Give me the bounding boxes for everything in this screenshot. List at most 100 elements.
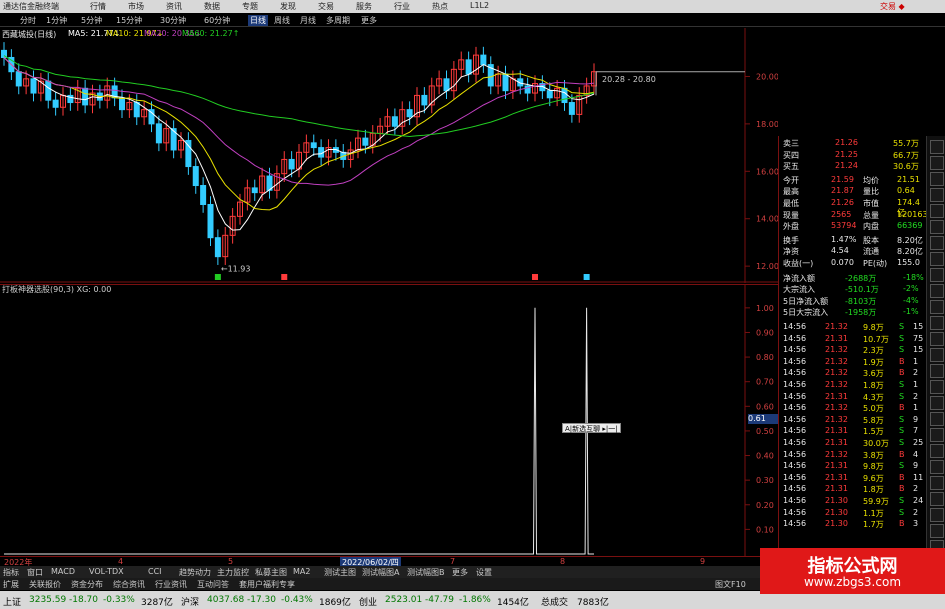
indicator-tab-6[interactable]: 主力监控	[217, 567, 249, 578]
period-9[interactable]: 多周期	[326, 15, 350, 26]
tick-row: 14:56 21.31 4.3万 S 2	[783, 392, 925, 403]
period-0[interactable]: 分时	[20, 15, 36, 26]
extension-tab-6[interactable]: 套用户福利专享	[239, 579, 295, 590]
menu-8[interactable]: 行业	[394, 1, 410, 12]
candle-body-29	[214, 237, 221, 258]
toolbar-tool-icon[interactable]	[930, 332, 944, 346]
trade-label[interactable]: 交易 ◆	[880, 1, 905, 12]
indicator-tab-7[interactable]: 私募主图	[255, 567, 287, 578]
indicator-tab-8[interactable]: MA2	[293, 567, 310, 576]
menu-9[interactable]: 热点	[432, 1, 448, 12]
candle-body-74	[546, 90, 553, 99]
tick-price: 21.31	[825, 391, 848, 401]
indicator-popup[interactable]: A|新选互聊 ▸|一|	[562, 423, 621, 433]
stat-label: 现量	[783, 210, 799, 220]
tick-vol: 5.8万	[863, 415, 884, 425]
period-4[interactable]: 30分钟	[160, 15, 186, 26]
event-marker-3[interactable]	[583, 274, 590, 280]
event-marker-2[interactable]	[532, 274, 538, 280]
indicator-tab-2[interactable]: MACD	[51, 567, 75, 576]
extension-tab-4[interactable]: 行业资讯	[155, 579, 187, 590]
tick-vol: 9.8万	[863, 323, 884, 332]
toolbar-tool-icon[interactable]	[930, 428, 944, 442]
indicator-svg[interactable]: 1.00 0.90 0.80 0.70 0.60 0.50 0.40 0.30 0.20 0.10	[0, 284, 778, 556]
indicator-tab-9[interactable]: 测试主图	[324, 567, 356, 578]
toolbar-tool-icon[interactable]	[930, 220, 944, 234]
menu-0[interactable]: 行情	[90, 1, 106, 12]
toolbar-tool-icon[interactable]	[930, 524, 944, 538]
toolbar-tool-icon[interactable]	[930, 508, 944, 522]
event-marker-0[interactable]	[214, 274, 221, 280]
f10-button[interactable]: 图文F10	[715, 579, 746, 590]
indicator-title: 打板神器选股(90,3) XG: 0.00	[2, 285, 112, 294]
toolbar-tool-icon[interactable]	[930, 284, 944, 298]
indicator-tab-10[interactable]: 测试幅图A	[362, 567, 399, 578]
indicator-tab-0[interactable]: 指标	[3, 567, 19, 578]
toolbar-tool-icon[interactable]	[930, 492, 944, 506]
menu-3[interactable]: 数据	[204, 1, 220, 12]
extension-tab-5[interactable]: 互动问答	[197, 579, 229, 590]
period-3[interactable]: 15分钟	[116, 15, 142, 26]
tick-row: 14:56 21.32 3.6万 B 2	[783, 368, 925, 379]
tick-side: S	[899, 391, 905, 401]
extension-tab-3[interactable]: 综合资讯	[113, 579, 145, 590]
indicator-panel[interactable]: 1.00 0.90 0.80 0.70 0.60 0.50 0.40 0.30 0.20 0.10…	[0, 284, 778, 556]
menu-4[interactable]: 专题	[242, 1, 258, 12]
indicator-tab-4[interactable]: CCI	[148, 567, 162, 576]
extension-tab-1[interactable]: 关联报价	[29, 579, 61, 590]
toolbar-tool-icon[interactable]	[930, 444, 944, 458]
toolbar-tool-icon[interactable]	[930, 172, 944, 186]
indicator-tab-3[interactable]: VOL-TDX	[89, 567, 124, 576]
toolbar-tool-icon[interactable]	[930, 364, 944, 378]
toolbar-tool-icon[interactable]	[930, 460, 944, 474]
period-6[interactable]: 日线	[248, 15, 268, 26]
flow-value: -8103万	[845, 296, 877, 306]
toolbar-tool-icon[interactable]	[930, 188, 944, 202]
event-marker-1[interactable]	[281, 274, 288, 280]
toolbar-tool-icon[interactable]	[930, 412, 944, 426]
indicator-tab-11[interactable]: 测试幅图B	[407, 567, 445, 578]
menu-5[interactable]: 发现	[280, 1, 296, 12]
menu-10[interactable]: L1L2	[470, 1, 489, 10]
toolbar-tool-icon[interactable]	[930, 396, 944, 410]
tick-row: 14:56 21.32 5.8万 S 9	[783, 415, 925, 426]
period-2[interactable]: 5分钟	[81, 15, 102, 26]
toolbar-tool-icon[interactable]	[930, 252, 944, 266]
indicator-tab-1[interactable]: 窗口	[27, 567, 43, 578]
period-1[interactable]: 1分钟	[46, 15, 67, 26]
ind-tick-0: 1.00	[756, 304, 774, 313]
toolbar-tool-icon[interactable]	[930, 268, 944, 282]
tick-price: 21.30	[825, 496, 848, 505]
stat-row: 今开 21.59 均价 21.51	[783, 175, 925, 186]
period-8[interactable]: 月线	[300, 15, 316, 26]
flow-row: 净流入额 -2688万 -18%	[783, 273, 925, 284]
indicator-tab-5[interactable]: 趋势动力	[179, 567, 211, 578]
indicator-tab-12[interactable]: 更多	[452, 567, 468, 578]
period-7[interactable]: 周线	[274, 15, 290, 26]
extension-tab-0[interactable]: 扩展	[3, 579, 19, 590]
menu-1[interactable]: 市场	[128, 1, 144, 12]
toolbar-tool-icon[interactable]	[930, 204, 944, 218]
menu-2[interactable]: 资讯	[166, 1, 182, 12]
period-5[interactable]: 60分钟	[204, 15, 230, 26]
extension-tab-2[interactable]: 资金分布	[71, 579, 103, 590]
toolbar-tool-icon[interactable]	[930, 140, 944, 154]
kline-chart[interactable]: 20.00 18.00 16.00 14.00 12.00 ←11.93 20.28 - 2…	[0, 28, 779, 283]
toolbar-tool-icon[interactable]	[930, 348, 944, 362]
menu-6[interactable]: 交易	[318, 1, 334, 12]
flow-row: 5日净流入额 -8103万 -4%	[783, 296, 925, 307]
toolbar-tool-icon[interactable]	[930, 236, 944, 250]
toolbar-tool-icon[interactable]	[930, 156, 944, 170]
menu-7[interactable]: 服务	[356, 1, 372, 12]
kline-svg[interactable]: 20.00 18.00 16.00 14.00 12.00 ←11.93 20.28 - 2…	[0, 28, 779, 283]
tick-price: 21.31	[825, 461, 848, 471]
candle-body-16	[119, 97, 125, 111]
toolbar-tool-icon[interactable]	[930, 380, 944, 394]
toolbar-tool-icon[interactable]	[930, 316, 944, 330]
toolbar-tool-icon[interactable]	[930, 476, 944, 490]
tick-side: S	[899, 496, 905, 505]
tick-price: 21.31	[825, 438, 848, 447]
toolbar-tool-icon[interactable]	[930, 300, 944, 314]
indicator-tab-13[interactable]: 设置	[476, 567, 492, 578]
period-10[interactable]: 更多	[361, 15, 377, 26]
